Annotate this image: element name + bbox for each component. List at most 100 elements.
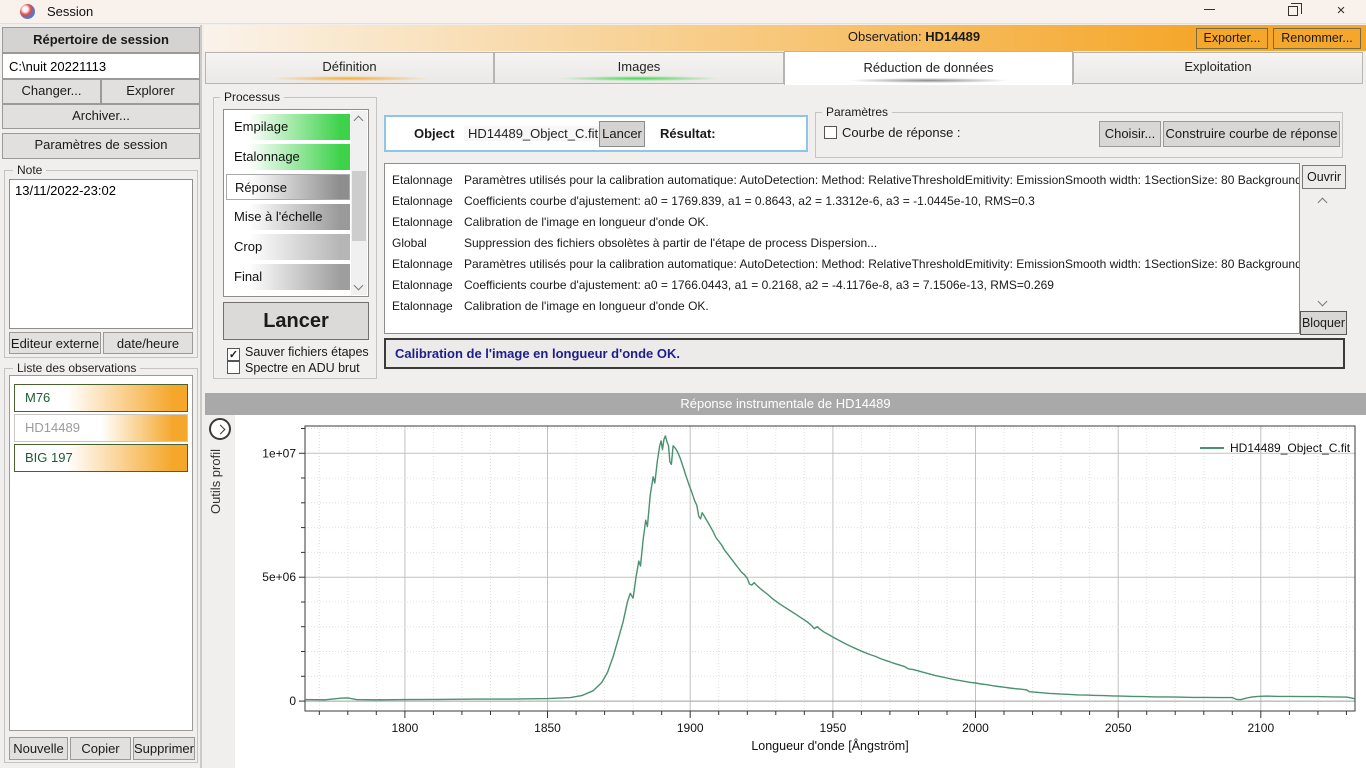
log-scroll-down-icon[interactable] xyxy=(1318,297,1328,307)
change-directory-button[interactable]: Changer... xyxy=(2,79,101,104)
block-button[interactable]: Bloquer xyxy=(1300,311,1347,335)
process-item-etalonnage[interactable]: Etalonnage xyxy=(226,144,350,170)
observations-group: Liste des observations M76 HD14489 BIG 1… xyxy=(4,368,198,763)
scroll-down-icon[interactable] xyxy=(354,281,364,291)
parameters-group: Paramètres Courbe de réponse : Choisir..… xyxy=(815,112,1343,158)
observations-list: M76 HD14489 BIG 197 xyxy=(9,375,193,731)
tab-definition-label: Définition xyxy=(322,59,376,74)
object-box: Object HD14489_Object_C.fit Lancer Résul… xyxy=(384,115,808,152)
rename-button[interactable]: Renommer... xyxy=(1273,28,1361,49)
delete-observation-button[interactable]: Supprimer xyxy=(133,737,195,760)
log-scrollbar[interactable] xyxy=(1306,193,1342,311)
response-curve-label: Courbe de réponse : xyxy=(842,125,961,140)
observation-item-m76[interactable]: M76 xyxy=(14,384,188,412)
application-window: Session × Répertoire de session Changer.… xyxy=(0,0,1366,768)
observation-value: HD14489 xyxy=(925,29,980,44)
tab-images[interactable]: Images xyxy=(494,52,784,84)
restore-icon xyxy=(1288,6,1298,16)
chart-title-bar: Réponse instrumentale de HD14489 xyxy=(205,393,1366,415)
tab-images-accent xyxy=(559,76,719,81)
open-button[interactable]: Ouvrir xyxy=(1302,165,1346,189)
svg-text:5e+06: 5e+06 xyxy=(262,570,296,584)
log-scroll-up-icon[interactable] xyxy=(1318,198,1328,208)
observation-title: Observation: HD14489 xyxy=(634,29,1194,44)
observation-item-big197[interactable]: BIG 197 xyxy=(14,444,188,472)
process-log[interactable]: EtalonnageParamètres utilisés pour la ca… xyxy=(384,163,1300,334)
svg-text:1900: 1900 xyxy=(677,721,704,735)
process-item-reponse[interactable]: Réponse xyxy=(226,174,350,200)
note-group-label: Note xyxy=(13,163,46,177)
datetime-button[interactable]: date/heure xyxy=(103,332,193,354)
save-step-files-checkbox[interactable] xyxy=(227,348,240,361)
log-line: EtalonnageParamètres utilisés pour la ca… xyxy=(392,254,1300,275)
archive-button[interactable]: Archiver... xyxy=(2,104,200,129)
window-title: Session xyxy=(47,4,93,19)
process-scrollbar[interactable] xyxy=(351,111,367,295)
export-button[interactable]: Exporter... xyxy=(1196,28,1268,49)
adu-spectrum-checkbox[interactable] xyxy=(227,361,240,374)
build-response-curve-button[interactable]: Construire courbe de réponse xyxy=(1163,121,1340,147)
adu-spectrum-label: Spectre en ADU brut xyxy=(245,361,360,375)
scroll-up-icon[interactable] xyxy=(354,116,364,126)
session-parameters-button[interactable]: Paramètres de session xyxy=(2,133,200,159)
svg-text:1e+07: 1e+07 xyxy=(262,446,296,460)
svg-text:2050: 2050 xyxy=(1105,721,1132,735)
session-directory-header: Répertoire de session xyxy=(2,27,200,53)
title-bar: Session × xyxy=(0,0,1366,24)
tab-data-reduction-accent xyxy=(849,78,1009,83)
observations-group-label: Liste des observations xyxy=(13,361,140,375)
response-curve-row: Courbe de réponse : xyxy=(824,125,961,140)
process-item-crop[interactable]: Crop xyxy=(226,234,350,260)
restore-button[interactable] xyxy=(1276,2,1310,22)
minimize-button[interactable] xyxy=(1192,2,1226,22)
external-editor-button[interactable]: Editeur externe xyxy=(9,332,101,354)
run-process-button[interactable]: Lancer xyxy=(223,302,369,340)
legend-line-swatch xyxy=(1200,447,1224,449)
note-textarea[interactable]: 13/11/2022-23:02 xyxy=(9,179,193,329)
status-message: Calibration de l'image en longueur d'ond… xyxy=(384,338,1345,369)
log-line: EtalonnageParamètres utilisés pour la ca… xyxy=(392,170,1300,191)
tab-exploitation-label: Exploitation xyxy=(1184,59,1251,74)
object-filename: HD14489_Object_C.fit xyxy=(464,126,602,141)
chart-legend: HD14489_Object_C.fit xyxy=(1200,441,1350,455)
chart-plot-area[interactable]: 180018501900195020002050210005e+061e+07 xyxy=(205,415,1366,768)
log-line: EtalonnageCalibration de l'image en long… xyxy=(392,212,1300,233)
svg-text:1850: 1850 xyxy=(534,721,561,735)
svg-text:2000: 2000 xyxy=(962,721,989,735)
choose-button[interactable]: Choisir... xyxy=(1099,121,1161,147)
adu-spectrum-row: Spectre en ADU brut xyxy=(227,361,360,377)
tab-exploitation[interactable]: Exploitation xyxy=(1073,52,1363,84)
process-item-final[interactable]: Final xyxy=(226,264,350,290)
tab-data-reduction[interactable]: Réduction de données xyxy=(784,51,1073,85)
svg-text:1950: 1950 xyxy=(820,721,847,735)
process-group-label: Processus xyxy=(220,90,284,104)
app-icon xyxy=(20,4,35,19)
tab-definition-accent xyxy=(270,76,430,81)
profile-tools-strip: Outils profil xyxy=(205,415,235,768)
observation-header-bar: Observation: HD14489 Exporter... Renomme… xyxy=(204,25,1366,51)
log-line: EtalonnageCoefficients courbe d'ajusteme… xyxy=(392,191,1300,212)
legend-series-label: HD14489_Object_C.fit xyxy=(1230,441,1350,455)
copy-observation-button[interactable]: Copier xyxy=(70,737,131,760)
run-object-button[interactable]: Lancer xyxy=(599,121,645,147)
session-path-input[interactable] xyxy=(2,53,200,79)
profile-tools-label: Outils profil xyxy=(208,449,223,514)
chevron-right-icon xyxy=(216,425,226,435)
svg-text:2100: 2100 xyxy=(1247,721,1274,735)
observation-item-hd14489[interactable]: HD14489 xyxy=(14,414,188,442)
response-curve-checkbox[interactable] xyxy=(824,126,837,139)
new-observation-button[interactable]: Nouvelle xyxy=(9,737,68,760)
process-item-empilage[interactable]: Empilage xyxy=(226,114,350,140)
profile-tools-toggle-button[interactable] xyxy=(209,418,231,440)
scroll-thumb[interactable] xyxy=(352,171,366,241)
explore-button[interactable]: Explorer xyxy=(101,79,200,104)
note-group: Note 13/11/2022-23:02 Editeur externe da… xyxy=(4,170,198,358)
save-step-files-label: Sauver fichiers étapes xyxy=(245,345,369,359)
chart-x-axis-label: Longueur d'onde [Ångström] xyxy=(305,739,1355,753)
svg-text:1800: 1800 xyxy=(392,721,419,735)
tab-data-reduction-label: Réduction de données xyxy=(863,60,993,75)
close-button[interactable]: × xyxy=(1324,2,1358,22)
save-step-files-row: Sauver fichiers étapes xyxy=(227,345,369,361)
tab-definition[interactable]: Définition xyxy=(205,52,494,84)
process-item-mise-echelle[interactable]: Mise à l'échelle xyxy=(226,204,350,230)
